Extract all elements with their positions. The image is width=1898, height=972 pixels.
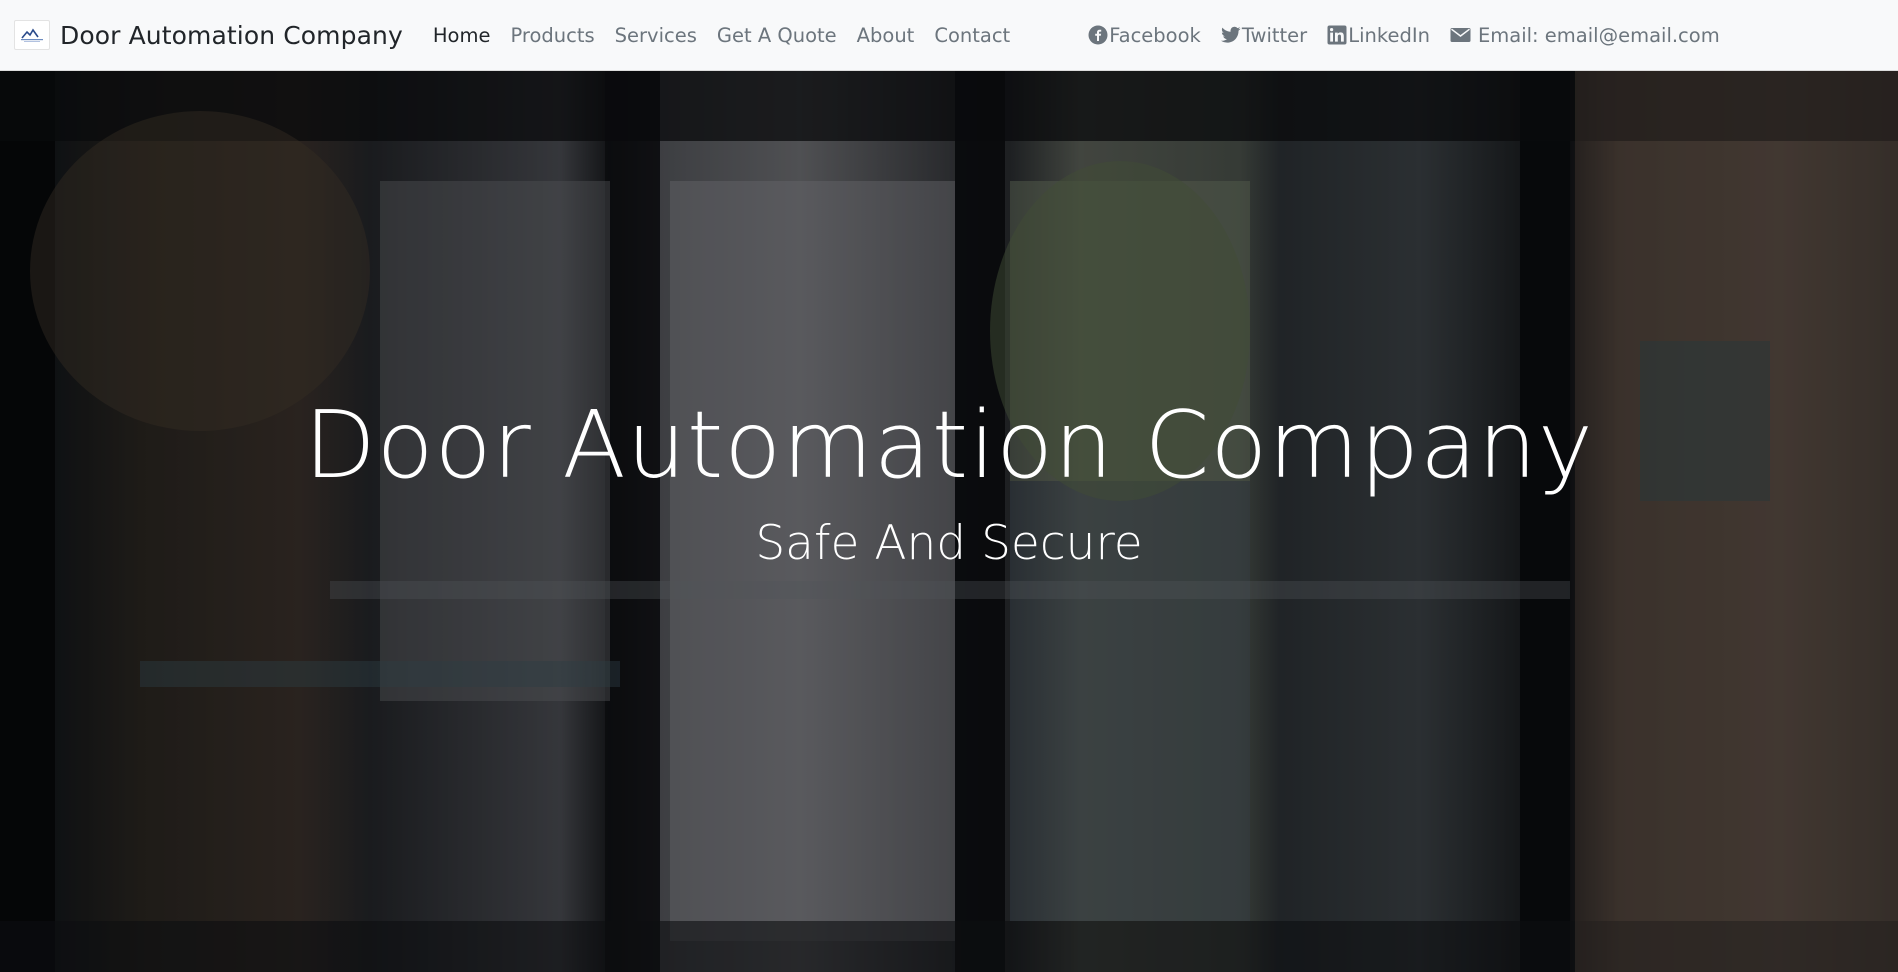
brand-name: Door Automation Company: [60, 20, 403, 50]
envelope-icon: [1450, 28, 1471, 42]
email-label: Email: email@email.com: [1477, 23, 1720, 47]
twitter-icon: [1220, 26, 1241, 43]
linkedin-icon: [1327, 25, 1347, 45]
facebook-link[interactable]: Facebook: [1088, 24, 1201, 47]
hero-subtitle: Safe And Secure: [755, 516, 1143, 571]
facebook-icon: [1088, 25, 1108, 45]
nav-item-home[interactable]: Home: [433, 24, 491, 47]
nav-links: Home Products Services Get A Quote About…: [433, 24, 1030, 47]
email-link[interactable]: Email: email@email.com: [1450, 24, 1720, 47]
social-links: Facebook Twitter LinkedIn Email: email@e…: [1088, 24, 1740, 47]
linkedin-label: LinkedIn: [1348, 23, 1430, 47]
nav-item-contact[interactable]: Contact: [934, 24, 1010, 47]
nav-item-about[interactable]: About: [857, 24, 915, 47]
nav-item-products[interactable]: Products: [510, 24, 594, 47]
hero-section: Door Automation Company Safe And Secure: [0, 71, 1898, 972]
brand-logo: [14, 20, 50, 50]
logo-icon: [21, 28, 43, 42]
twitter-label: Twitter: [1241, 23, 1308, 47]
brand-link[interactable]: Door Automation Company: [14, 20, 403, 50]
linkedin-link[interactable]: LinkedIn: [1327, 24, 1430, 47]
navbar: Door Automation Company Home Products Se…: [0, 0, 1898, 71]
nav-item-services[interactable]: Services: [615, 24, 697, 47]
facebook-label: Facebook: [1109, 23, 1201, 47]
twitter-link[interactable]: Twitter: [1220, 23, 1308, 47]
nav-item-get-a-quote[interactable]: Get A Quote: [717, 24, 837, 47]
hero-title: Door Automation Company: [304, 391, 1594, 499]
